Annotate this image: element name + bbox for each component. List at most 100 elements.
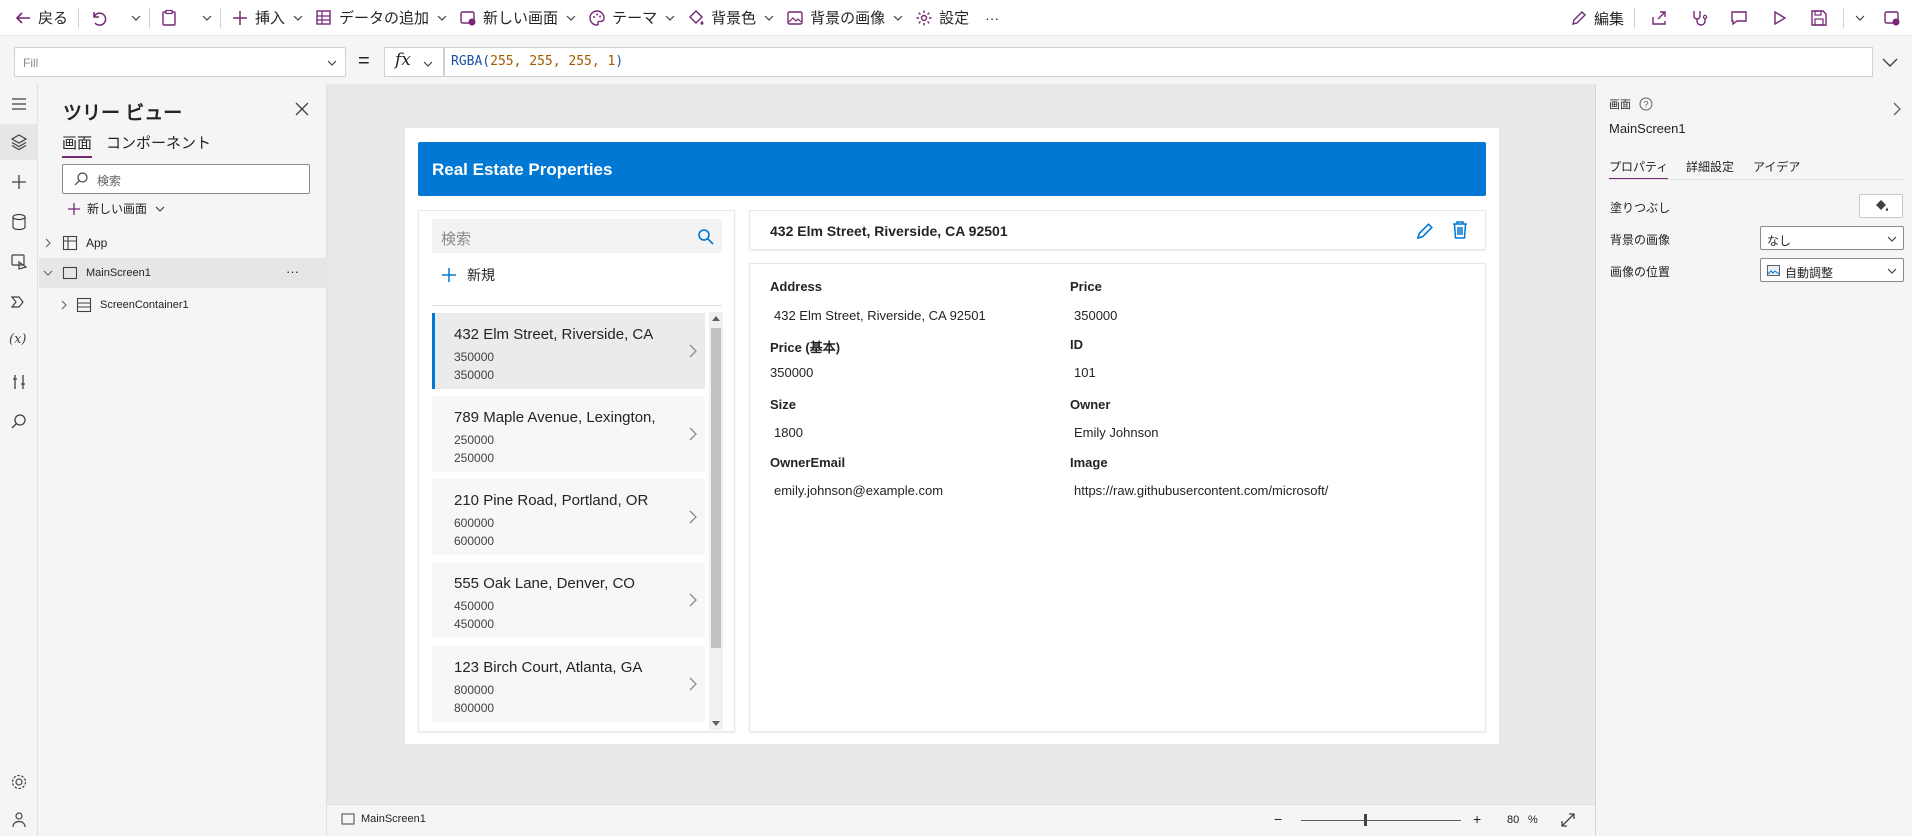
status-screen-selector[interactable]: MainScreen1	[341, 813, 426, 825]
zoom-slider-thumb[interactable]	[1364, 814, 1367, 826]
settings-rail-button[interactable]	[9, 772, 29, 792]
svg-text:?: ?	[1643, 100, 1648, 110]
chevron-down-icon	[423, 61, 433, 67]
new-record-button[interactable]: 新規	[441, 265, 495, 285]
undo-button[interactable]	[83, 0, 119, 36]
power-automate-rail-button[interactable]	[9, 292, 29, 312]
tools-icon	[13, 375, 25, 389]
theme-button[interactable]: テーマ	[582, 0, 681, 36]
pencil-icon	[1416, 223, 1433, 240]
gallery-item[interactable]: 123 Birch Court, Atlanta, GA 800000 8000…	[432, 646, 705, 722]
hamburger-button[interactable]	[9, 94, 29, 114]
back-button[interactable]: 戻る	[0, 0, 74, 36]
insert-button[interactable]: 挿入	[225, 0, 309, 36]
list-search-input[interactable]: 検索	[432, 219, 722, 253]
chevron-down-icon	[155, 206, 165, 212]
zoom-out-button[interactable]: −	[1274, 811, 1282, 827]
detail-form: Address 432 Elm Street, Riverside, CA 92…	[749, 263, 1486, 732]
property-selector[interactable]: Fill	[14, 47, 346, 77]
tree-new-screen-button[interactable]: 新しい画面	[67, 200, 165, 217]
tree-new-screen-label: 新しい画面	[87, 202, 148, 216]
tree-item-screencontainer1[interactable]: ScreenContainer1	[39, 290, 327, 320]
paste-button[interactable]	[154, 0, 190, 36]
formula-input[interactable]: RGBA(255, 255, 255, 1)	[444, 47, 1873, 77]
search-rail-button[interactable]	[9, 412, 29, 432]
zoom-slider[interactable]	[1301, 820, 1461, 821]
save-button[interactable]	[1799, 0, 1839, 36]
image-position-dropdown[interactable]: 自動調整	[1760, 258, 1904, 282]
fill-color-picker[interactable]	[1859, 194, 1903, 218]
gallery-scrollbar[interactable]	[709, 312, 723, 730]
comments-button[interactable]	[1719, 0, 1759, 36]
close-tree-view-button[interactable]	[293, 100, 311, 118]
background-color-button[interactable]: 背景色	[681, 0, 780, 36]
search-icon	[11, 414, 26, 429]
help-icon[interactable]: ?	[1639, 97, 1653, 111]
tree-item-app[interactable]: App	[39, 228, 327, 258]
share-button[interactable]	[1639, 0, 1679, 36]
chevron-down-icon	[893, 15, 903, 21]
media-rail-button[interactable]	[9, 252, 29, 272]
table-icon	[316, 9, 331, 25]
zoom-in-button[interactable]: +	[1473, 811, 1481, 827]
field-value-owner: Emily Johnson	[1074, 425, 1159, 440]
image-icon	[1767, 265, 1780, 276]
expand-formula-button[interactable]	[1882, 55, 1898, 69]
settings-button[interactable]: 設定	[909, 0, 975, 36]
delete-record-button[interactable]	[1451, 220, 1469, 240]
save-dropdown[interactable]	[1848, 0, 1872, 36]
gallery-scrollbar-thumb[interactable]	[711, 328, 721, 648]
tree-item-label: ScreenContainer1	[100, 299, 189, 311]
gallery-item-subtitle: 600000	[454, 516, 495, 530]
tree-search-input[interactable]: 検索	[62, 164, 310, 194]
tree-item-mainscreen1[interactable]: MainScreen1 ···	[39, 258, 327, 288]
formula-bar: Fill = fx RGBA(255, 255, 255, 1)	[0, 40, 1912, 84]
tree-item-more-button[interactable]: ···	[286, 264, 299, 279]
gallery-item-title: 555 Oak Lane, Denver, CO	[454, 575, 635, 592]
scroll-up-icon	[712, 316, 720, 321]
edit-record-button[interactable]	[1415, 221, 1435, 241]
background-image-button[interactable]: 背景の画像	[780, 0, 909, 36]
chevron-right-icon	[689, 510, 697, 524]
close-icon	[295, 102, 309, 116]
tab-ideas[interactable]: アイデア	[1753, 158, 1800, 175]
equals-sign: =	[358, 50, 370, 72]
tab-properties[interactable]: プロパティ	[1609, 158, 1669, 180]
tree-view-button[interactable]	[9, 132, 29, 152]
selected-screen-name: MainScreen1	[1609, 121, 1686, 136]
paste-dropdown[interactable]	[190, 0, 216, 36]
gallery-item[interactable]: 210 Pine Road, Portland, OR 600000 60000…	[432, 479, 705, 555]
chevron-down-icon	[437, 15, 447, 21]
gallery-item-body: 600000	[454, 534, 495, 548]
tab-advanced[interactable]: 詳細設定	[1686, 158, 1734, 175]
image-position-value: 自動調整	[1785, 266, 1834, 280]
preview-button[interactable]	[1759, 0, 1799, 36]
add-data-button[interactable]: データの追加	[309, 0, 453, 36]
chevron-down-icon	[202, 15, 212, 21]
app-checker-button[interactable]	[1679, 0, 1719, 36]
tab-screens[interactable]: 画面	[62, 132, 93, 158]
app-screen[interactable]: Real Estate Properties 検索 新規 432 Elm Str…	[405, 128, 1499, 744]
gallery-item[interactable]: 789 Maple Avenue, Lexington, 250000 2500…	[432, 396, 705, 472]
gallery-item[interactable]: 432 Elm Street, Riverside, CA 350000 350…	[432, 313, 705, 389]
fx-button[interactable]: fx	[384, 47, 444, 77]
data-rail-button[interactable]	[9, 212, 29, 232]
publish-button[interactable]	[1872, 0, 1912, 36]
insert-rail-button[interactable]	[9, 172, 29, 192]
tab-components[interactable]: コンポーネント	[106, 132, 211, 153]
more-commands-button[interactable]: ···	[975, 0, 1009, 36]
fit-to-window-button[interactable]	[1560, 812, 1576, 828]
virtual-agent-rail-button[interactable]	[9, 810, 29, 830]
advanced-tools-rail-button[interactable]	[9, 372, 29, 392]
new-record-label: 新規	[467, 267, 495, 283]
edit-button[interactable]: 編集	[1564, 0, 1630, 36]
plus-icon	[12, 175, 26, 189]
new-screen-button[interactable]: 新しい画面	[453, 0, 582, 36]
more-label: ···	[985, 9, 1000, 26]
bg-image-dropdown[interactable]: なし	[1760, 226, 1904, 250]
variables-rail-button[interactable]: (x)	[9, 332, 29, 352]
undo-dropdown[interactable]	[119, 0, 145, 36]
gallery-item[interactable]: 555 Oak Lane, Denver, CO 450000 450000	[432, 562, 705, 638]
list-divider	[432, 305, 722, 306]
collapse-panel-button[interactable]	[1892, 102, 1902, 116]
